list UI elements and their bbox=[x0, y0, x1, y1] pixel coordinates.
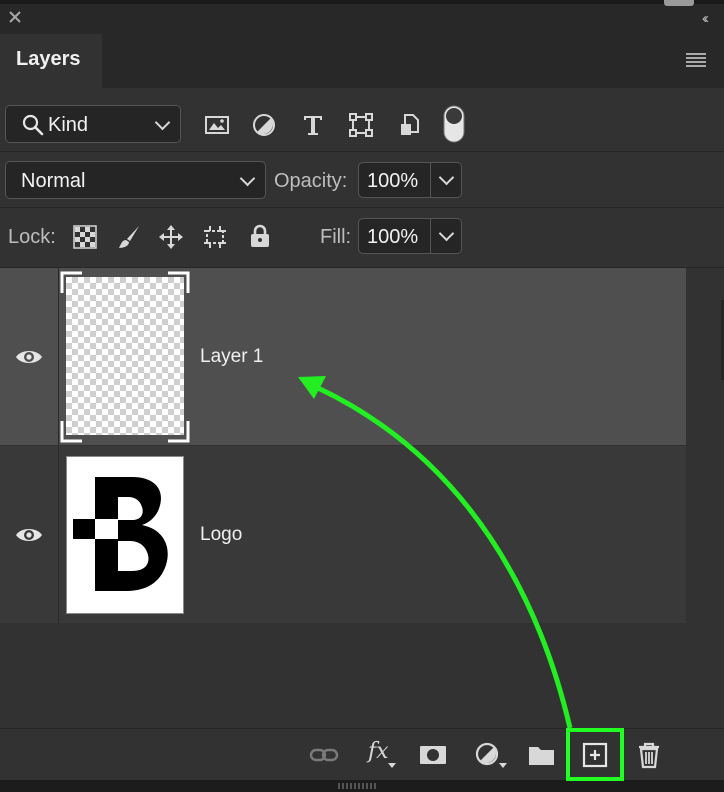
layers-panel: ‹‹ Layers Kind Normal Opacity: 100% Lock… bbox=[0, 0, 724, 792]
annotation-arrow bbox=[298, 376, 573, 729]
